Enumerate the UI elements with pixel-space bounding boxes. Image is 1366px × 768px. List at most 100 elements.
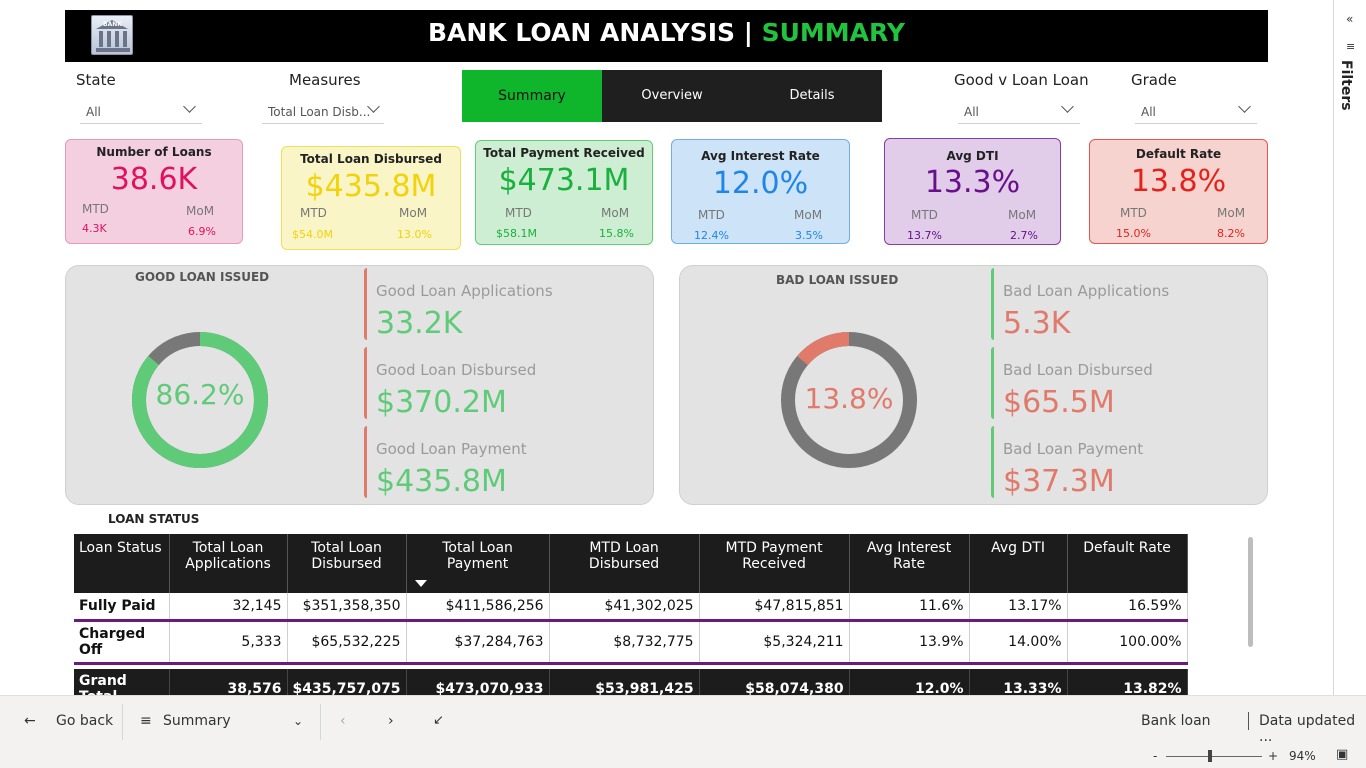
title-accent: SUMMARY (761, 18, 905, 47)
table-cell: $8,732,775 (549, 620, 700, 665)
kpi-value: 13.3% (924, 165, 1021, 200)
kpi-mom-label: MoM (601, 206, 630, 220)
good-v-loan-slicer-value: All (964, 105, 979, 119)
zoom-level: 94% (1289, 749, 1316, 763)
chevron-down-icon (1061, 100, 1074, 113)
bad-loan-payment-card[interactable]: Bad Loan Payment $37.3M (991, 426, 1271, 499)
chevron-down-icon[interactable]: ⌄ (293, 714, 303, 728)
good-loan-donut[interactable]: 86.2% (130, 330, 270, 470)
chevron-down-icon (1238, 100, 1251, 113)
table-row[interactable]: Charged Off 5,333 $65,532,225 $37,284,76… (74, 620, 1188, 665)
grade-slicer-value: All (1141, 105, 1156, 119)
column-header[interactable]: Total Loan Applications (169, 534, 288, 593)
nav-overview-button[interactable]: Overview (602, 70, 742, 122)
kpi-title: Number of Loans (96, 145, 212, 159)
kpi-mtd-value: 12.4% (694, 229, 729, 242)
kpi-card-number-of-loans[interactable]: Number of Loans 38.6K MTD MoM 4.3K 6.9% (65, 139, 243, 244)
kpi-card-total-loan-disbursed[interactable]: Total Loan Disbursed $435.8M MTD MoM $54… (281, 146, 461, 250)
bad-loan-disbursed-card[interactable]: Bad Loan Disbursed $65.5M (991, 347, 1271, 420)
filter-icon[interactable]: ≡ (1346, 40, 1355, 53)
nav-summary-button[interactable]: Summary (462, 70, 602, 122)
good-loan-percent: 86.2% (155, 378, 245, 411)
kpi-card-total-payment-received[interactable]: Total Payment Received $473.1M MTD MoM $… (475, 140, 653, 245)
kpi-mtd-label: MTD (1120, 206, 1147, 220)
kpi-title: Avg DTI (946, 149, 999, 163)
report-header: BANK BANK LOAN ANALYSIS | SUMMARY (65, 10, 1268, 62)
kpi-mom-label: MoM (794, 208, 823, 222)
report-title: BANK LOAN ANALYSIS | SUMMARY (65, 18, 1268, 47)
zoom-slider[interactable] (1166, 756, 1262, 757)
zoom-out-button[interactable]: - (1153, 749, 1157, 763)
data-updated-text[interactable]: Data updated ... (1259, 713, 1366, 745)
kpi-mom-label: MoM (1008, 208, 1037, 222)
table-cell: 13.9% (849, 620, 970, 665)
kpi-value: $435.8M (305, 169, 437, 204)
kpi-mtd-value: 15.0% (1116, 227, 1151, 240)
measures-slicer-label: Measures (289, 71, 361, 89)
bad-loan-donut[interactable]: 13.8% (779, 330, 919, 470)
column-header[interactable]: MTD Loan Disbursed (549, 534, 700, 593)
nav-details-button[interactable]: Details (742, 70, 882, 122)
metric-label: Good Loan Payment (376, 440, 527, 458)
kpi-value: 38.6K (110, 162, 198, 197)
table-scrollbar[interactable] (1248, 537, 1253, 647)
kpi-mom-value: 2.7% (1010, 229, 1038, 242)
kpi-mtd-label: MTD (82, 202, 109, 216)
table-cell: 32,145 (169, 593, 288, 622)
grade-slicer[interactable]: All (1135, 98, 1257, 124)
page-selector[interactable]: Summary (163, 713, 231, 729)
kpi-mtd-value: 13.7% (907, 229, 942, 242)
previous-page-icon[interactable]: ‹ (340, 713, 346, 729)
table-row[interactable]: Fully Paid 32,145 $351,358,350 $411,586,… (74, 593, 1188, 622)
column-header[interactable]: MTD Payment Received (699, 534, 850, 593)
kpi-card-avg-interest-rate[interactable]: Avg Interest Rate 12.0% MTD MoM 12.4% 3.… (671, 139, 850, 244)
kpi-value: 12.0% (712, 166, 809, 201)
next-page-icon[interactable]: › (388, 713, 394, 729)
good-loan-title: GOOD LOAN ISSUED (135, 270, 270, 284)
measures-slicer[interactable]: Total Loan Disb... (262, 98, 384, 124)
sort-descending-icon (414, 580, 427, 587)
collapse-filters-icon[interactable]: « (1346, 12, 1353, 26)
column-header-sorted[interactable]: Total Loan Payment (406, 534, 550, 593)
bad-loan-applications-card[interactable]: Bad Loan Applications 5.3K (991, 268, 1271, 341)
filters-label[interactable]: Filters (1338, 60, 1354, 111)
fit-to-page-icon[interactable]: ▣ (1336, 747, 1348, 762)
kpi-mtd-value: $54.0M (292, 228, 333, 241)
loan-status-table: Loan Status Total Loan Applications Tota… (74, 534, 1188, 709)
report-name: Bank loan (1141, 713, 1211, 729)
metric-value: 33.2K (376, 306, 463, 341)
table-cell: Charged Off (74, 620, 170, 665)
column-header[interactable]: Loan Status (74, 534, 170, 593)
kpi-card-avg-dti[interactable]: Avg DTI 13.3% MTD MoM 13.7% 2.7% (884, 138, 1061, 245)
kpi-title: Default Rate (1135, 147, 1222, 161)
metric-value: $435.8M (376, 464, 507, 499)
column-header[interactable]: Avg DTI (969, 534, 1068, 593)
column-header[interactable]: Total Loan Disbursed (287, 534, 407, 593)
kpi-mtd-label: MTD (698, 208, 725, 222)
good-loan-payment-card[interactable]: Good Loan Payment $435.8M (364, 426, 644, 499)
zoom-in-button[interactable]: + (1268, 749, 1278, 763)
kpi-mtd-label: MTD (505, 206, 532, 220)
state-slicer[interactable]: All (80, 98, 202, 124)
kpi-card-default-rate[interactable]: Default Rate 13.8% MTD MoM 15.0% 8.2% (1089, 139, 1268, 244)
page-list-icon[interactable]: ≡ (140, 713, 152, 729)
kpi-title: Avg Interest Rate (701, 149, 820, 163)
column-header[interactable]: Default Rate (1067, 534, 1188, 593)
good-loan-applications-card[interactable]: Good Loan Applications 33.2K (364, 268, 644, 341)
arrow-left-icon[interactable]: ← (24, 713, 36, 729)
good-loan-disbursed-card[interactable]: Good Loan Disbursed $370.2M (364, 347, 644, 420)
go-back-button[interactable]: Go back (56, 713, 113, 729)
kpi-mom-label: MoM (186, 204, 215, 218)
column-header[interactable]: Avg Interest Rate (849, 534, 970, 593)
bottom-navigation-bar: ← Go back ≡ Summary ⌄ ‹ › ↙ Bank loan Da… (0, 695, 1366, 745)
title-main: BANK LOAN ANALYSIS | (427, 18, 762, 47)
metric-label: Good Loan Applications (376, 282, 553, 300)
zoom-slider-thumb[interactable] (1208, 750, 1212, 762)
table-header-row: Loan Status Total Loan Applications Tota… (74, 534, 1188, 593)
metric-value: $370.2M (376, 385, 507, 420)
table-cell: $47,815,851 (699, 593, 850, 622)
bad-loan-panel: BAD LOAN ISSUED 13.8% Bad Loan Applicati… (679, 265, 1268, 505)
collapse-icon[interactable]: ↙ (433, 713, 444, 728)
kpi-mom-value: 13.0% (397, 228, 432, 241)
good-v-loan-slicer[interactable]: All (958, 98, 1080, 124)
